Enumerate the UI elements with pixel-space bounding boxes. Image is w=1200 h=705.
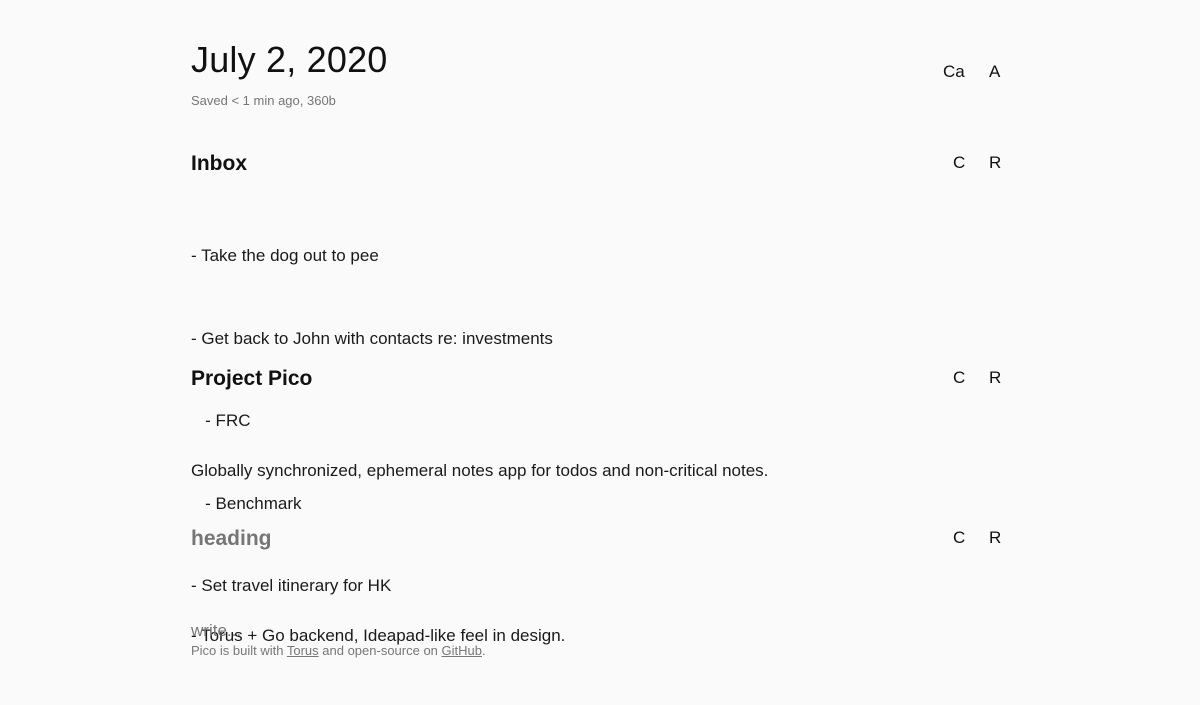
footer: Pico is built with Torus and open-source…	[191, 643, 486, 658]
torus-link[interactable]: Torus	[287, 643, 319, 658]
body-line: - Get back to John with contacts re: inv…	[191, 328, 553, 348]
block-actions: C R	[953, 528, 1009, 548]
body-placeholder: write...	[191, 621, 242, 640]
date-title: July 2, 2020	[191, 39, 388, 80]
collapse-all-button[interactable]: Ca	[943, 62, 989, 82]
block-actions: C R	[953, 368, 1009, 388]
note-block-new: heading C R write...	[191, 526, 1011, 700]
add-block-button[interactable]: A	[989, 62, 1009, 82]
remove-button[interactable]: R	[989, 368, 1009, 388]
saved-status: Saved < 1 min ago, 360b	[191, 93, 336, 108]
block-heading[interactable]: Inbox	[191, 151, 1011, 177]
collapse-button[interactable]: C	[953, 368, 989, 388]
body-line: Globally synchronized, ephemeral notes a…	[191, 461, 769, 480]
collapse-button[interactable]: C	[953, 153, 989, 173]
body-line: - Take the dog out to pee	[191, 246, 379, 265]
body-input[interactable]: write...	[191, 562, 1011, 700]
block-actions: C R	[953, 153, 1009, 173]
block-heading[interactable]: Project Pico	[191, 366, 1011, 392]
footer-text: Pico is built with	[191, 643, 287, 658]
notes-page: July 2, 2020 Saved < 1 min ago, 360b Ca …	[191, 0, 1011, 658]
remove-button[interactable]: R	[989, 153, 1009, 173]
footer-text: .	[482, 643, 486, 658]
page-header: July 2, 2020 Saved < 1 min ago, 360b Ca …	[191, 0, 1011, 132]
remove-button[interactable]: R	[989, 528, 1009, 548]
heading-input[interactable]: heading	[191, 526, 1011, 552]
collapse-button[interactable]: C	[953, 528, 989, 548]
header-actions: Ca A	[943, 62, 1009, 82]
footer-text: and open-source on	[318, 643, 442, 658]
github-link[interactable]: GitHub	[442, 643, 482, 658]
